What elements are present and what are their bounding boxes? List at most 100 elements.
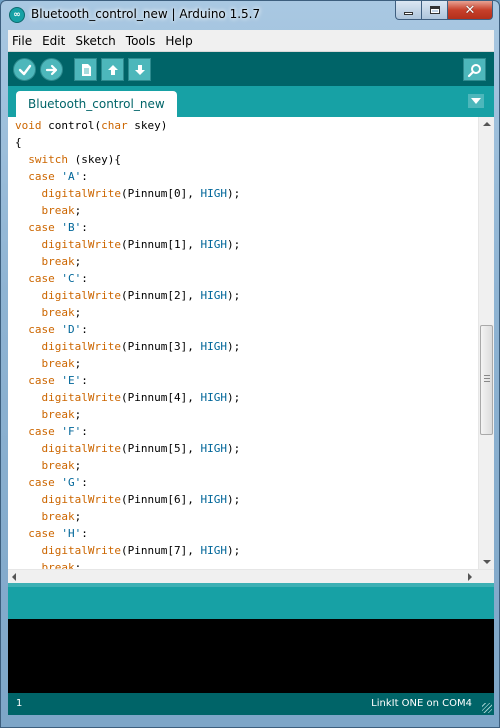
code-token: case	[28, 272, 55, 285]
code-line[interactable]: {	[15, 134, 479, 151]
code-line[interactable]: digitalWrite(Pinnum[4], HIGH);	[15, 389, 479, 406]
title-bar[interactable]: ∞ Bluetooth_control_new | Arduino 1.5.7 …	[1, 1, 499, 29]
save-button[interactable]	[128, 58, 151, 81]
code-line[interactable]: break;	[15, 457, 479, 474]
scroll-thumb[interactable]	[480, 325, 493, 435]
code-token: digitalWrite	[41, 238, 121, 251]
code-token: 'A'	[61, 170, 82, 183]
code-line[interactable]: break;	[15, 355, 479, 372]
document-icon	[81, 63, 91, 76]
code-line[interactable]: case 'H':	[15, 525, 479, 542]
code-token: (Pinnum[5],	[120, 442, 201, 455]
menu-file[interactable]: File	[8, 34, 37, 48]
code-token: );	[226, 289, 241, 302]
code-line[interactable]: digitalWrite(Pinnum[0], HIGH);	[15, 185, 479, 202]
code-token: case	[28, 221, 55, 234]
horizontal-scrollbar[interactable]	[8, 569, 494, 583]
maximize-button[interactable]	[422, 1, 448, 20]
board-port-label: LinkIt ONE on COM4	[371, 698, 472, 709]
code-line[interactable]: case 'B':	[15, 219, 479, 236]
close-icon: ✕	[464, 2, 476, 18]
upload-button[interactable]	[40, 58, 63, 81]
tab-bluetooth-control-new[interactable]: Bluetooth_control_new	[16, 91, 177, 117]
scroll-down-arrow[interactable]	[483, 560, 491, 564]
code-token: ;	[74, 204, 82, 217]
code-line[interactable]: case 'A':	[15, 168, 479, 185]
close-button[interactable]: ✕	[448, 1, 493, 20]
console-output[interactable]	[8, 619, 494, 693]
arrow-down-icon	[134, 64, 145, 75]
code-line[interactable]: switch (skey){	[15, 151, 479, 168]
menu-tools[interactable]: Tools	[121, 34, 161, 48]
code-line[interactable]: void control(char skey)	[15, 117, 479, 134]
code-token: :	[81, 425, 88, 438]
code-text[interactable]: void control(char skey){ switch (skey){ …	[15, 117, 479, 569]
code-line[interactable]: digitalWrite(Pinnum[7], HIGH);	[15, 542, 479, 559]
code-token: digitalWrite	[41, 493, 121, 506]
code-line[interactable]: digitalWrite(Pinnum[1], HIGH);	[15, 236, 479, 253]
code-line[interactable]: case 'F':	[15, 423, 479, 440]
code-token: ;	[74, 510, 82, 523]
code-editor[interactable]: void control(char skey){ switch (skey){ …	[8, 117, 494, 569]
code-token: );	[226, 391, 241, 404]
code-line[interactable]: case 'D':	[15, 321, 479, 338]
code-line[interactable]: case 'E':	[15, 372, 479, 389]
code-line[interactable]: digitalWrite(Pinnum[5], HIGH);	[15, 440, 479, 457]
code-token: (Pinnum[4],	[120, 391, 201, 404]
code-token: HIGH	[200, 340, 227, 353]
code-token: );	[226, 442, 241, 455]
code-line[interactable]: digitalWrite(Pinnum[3], HIGH);	[15, 338, 479, 355]
scroll-right-arrow[interactable]	[468, 573, 472, 581]
menu-edit[interactable]: Edit	[37, 34, 70, 48]
code-line[interactable]: digitalWrite(Pinnum[2], HIGH);	[15, 287, 479, 304]
code-line[interactable]: break;	[15, 304, 479, 321]
minimize-button[interactable]	[395, 1, 422, 20]
scroll-left-arrow[interactable]	[12, 573, 16, 581]
toolbar	[8, 52, 494, 86]
menu-sketch[interactable]: Sketch	[70, 34, 120, 48]
code-line[interactable]: break;	[15, 253, 479, 270]
code-token: 'G'	[61, 476, 82, 489]
code-token: case	[28, 170, 55, 183]
code-line[interactable]: break;	[15, 202, 479, 219]
code-token: );	[226, 340, 241, 353]
menu-help[interactable]: Help	[160, 34, 197, 48]
arduino-icon[interactable]: ∞	[9, 7, 25, 23]
code-line[interactable]: break;	[15, 559, 479, 569]
scroll-up-arrow[interactable]	[483, 122, 491, 126]
code-token: 'H'	[61, 527, 82, 540]
vertical-scrollbar[interactable]	[478, 117, 494, 569]
code-line[interactable]: break;	[15, 406, 479, 423]
tab-menu-button[interactable]	[468, 94, 484, 108]
code-token: :	[81, 374, 88, 387]
code-token: 'F'	[61, 425, 82, 438]
open-button[interactable]	[101, 58, 124, 81]
code-token: break	[41, 357, 75, 370]
code-token: (skey){	[68, 153, 121, 166]
serial-monitor-button[interactable]	[463, 58, 486, 81]
footer-bar: 1 LinkIt ONE on COM4	[8, 693, 494, 715]
code-token: case	[28, 374, 55, 387]
code-token: 'B'	[61, 221, 82, 234]
code-line[interactable]: break;	[15, 508, 479, 525]
code-token: (Pinnum[0],	[120, 187, 201, 200]
code-line[interactable]: case 'C':	[15, 270, 479, 287]
code-line[interactable]: digitalWrite(Pinnum[6], HIGH);	[15, 491, 479, 508]
verify-button[interactable]	[13, 58, 36, 81]
resize-grip[interactable]	[482, 703, 492, 713]
new-button[interactable]	[74, 58, 97, 81]
code-line[interactable]: case 'G':	[15, 474, 479, 491]
code-token: ;	[74, 255, 82, 268]
menu-bar: File Edit Sketch Tools Help	[8, 30, 494, 52]
